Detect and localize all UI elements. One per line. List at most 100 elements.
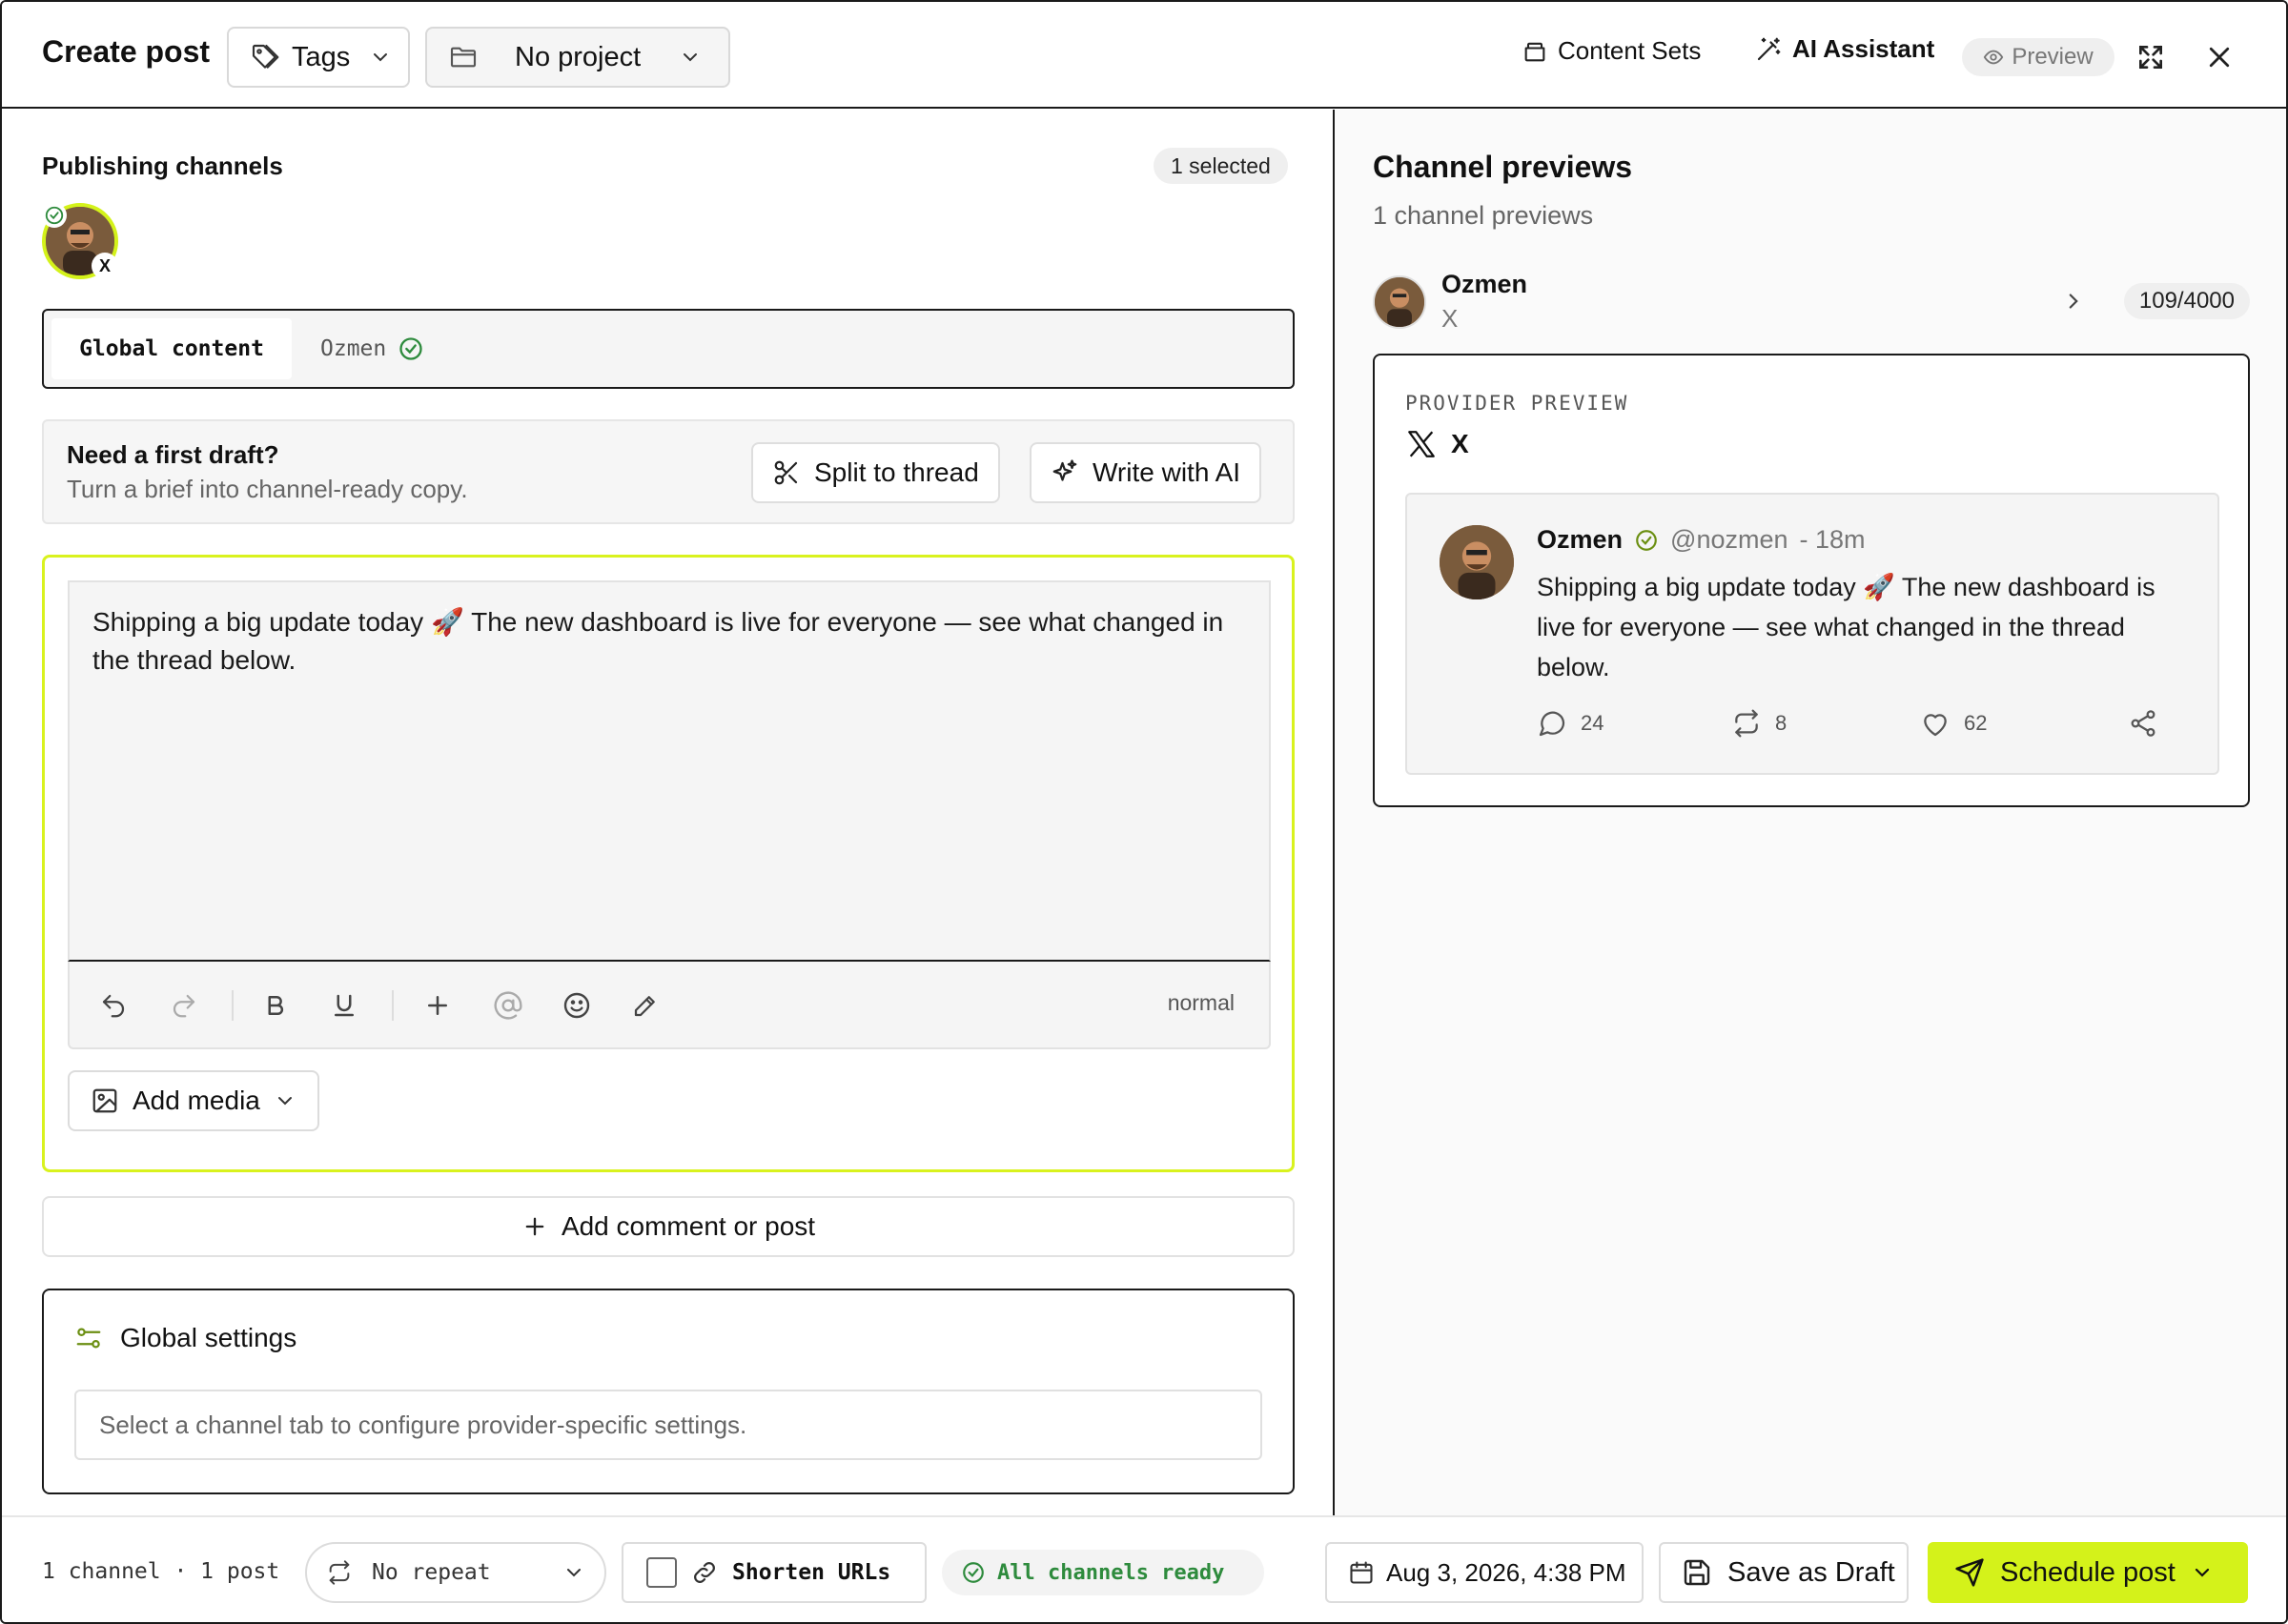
- ai-assistant-button[interactable]: AI Assistant: [1754, 34, 1934, 64]
- eye-icon: [1983, 47, 2004, 68]
- chevron-down-icon: [2191, 1561, 2214, 1584]
- schedule-date-picker[interactable]: Aug 3, 2026, 4:38 PM: [1325, 1542, 1644, 1603]
- smiley-icon: [562, 990, 592, 1021]
- add-media-label: Add media: [133, 1086, 260, 1115]
- share-action: [2128, 708, 2158, 739]
- toolbar-divider: [232, 990, 234, 1021]
- bold-icon: [261, 991, 290, 1020]
- global-settings-header: Global settings: [74, 1323, 296, 1353]
- editor-toolbar: normal: [68, 962, 1271, 1049]
- at-sign-icon: [493, 990, 523, 1021]
- schedule-post-button[interactable]: Schedule post: [1928, 1542, 2248, 1603]
- channel-name: Ozmen: [1441, 270, 1528, 298]
- check-circle-icon: [42, 203, 67, 228]
- tags-label: Tags: [292, 41, 351, 72]
- chevron-down-icon: [679, 46, 702, 69]
- avatar: [1373, 275, 1426, 329]
- tweet-handle: @nozmen: [1670, 525, 1788, 554]
- undo-button[interactable]: [94, 986, 133, 1025]
- check-circle-icon: [398, 335, 424, 362]
- create-post-modal: Create post Tags No project Content Sets…: [0, 0, 2288, 1624]
- split-to-thread-button[interactable]: Split to thread: [751, 442, 1000, 503]
- shorten-urls-toggle[interactable]: Shorten URLs: [622, 1542, 927, 1603]
- channel-preview-row[interactable]: Ozmen X 109/4000: [1373, 270, 2250, 333]
- provider-settings-hint: Select a channel tab to configure provid…: [74, 1390, 1262, 1460]
- reply-action: 24: [1537, 708, 1604, 739]
- page-title: Create post: [42, 34, 211, 69]
- tags-dropdown[interactable]: Tags: [227, 27, 410, 88]
- channel-platform: X: [1441, 304, 1459, 333]
- tab-global-content[interactable]: Global content: [51, 318, 292, 379]
- mention-button[interactable]: [489, 986, 527, 1025]
- global-settings-title: Global settings: [120, 1323, 297, 1352]
- provider-preview-label: PROVIDER PREVIEW: [1405, 392, 1629, 415]
- x-logo-icon: [1405, 428, 1438, 460]
- tweet-text: Shipping a big update today 🚀 The new da…: [1537, 573, 2155, 681]
- share-icon: [2128, 708, 2158, 739]
- channels-ready-status: All channels ready: [942, 1550, 1264, 1595]
- write-ai-label: Write with AI: [1093, 457, 1241, 487]
- post-summary: 1 channel · 1 post: [42, 1559, 280, 1584]
- project-dropdown[interactable]: No project: [425, 27, 730, 88]
- project-label: No project: [515, 41, 642, 72]
- composer-panel: Publishing channels 1 selected X Global …: [2, 110, 1333, 1515]
- provider-platform: X: [1405, 428, 1469, 460]
- underline-button[interactable]: [325, 986, 363, 1025]
- channel-previews-title: Channel previews: [1373, 150, 1633, 184]
- verified-icon: [1634, 528, 1659, 553]
- tweet-time: - 18m: [1799, 525, 1866, 554]
- scissors-icon: [772, 458, 801, 487]
- add-media-button[interactable]: Add media: [68, 1070, 319, 1131]
- tag-icon: [250, 42, 280, 72]
- editor-container: Shipping a big update today 🚀 The new da…: [42, 555, 1295, 1172]
- like-action: 62: [1920, 708, 1987, 739]
- heart-icon: [1920, 708, 1951, 739]
- ai-assistant-label: AI Assistant: [1792, 34, 1935, 63]
- plus-icon: [423, 991, 452, 1020]
- insert-button[interactable]: [419, 986, 457, 1025]
- ready-label: All channels ready: [997, 1560, 1225, 1585]
- modal-header: Create post Tags No project Content Sets…: [2, 2, 2286, 109]
- emoji-button[interactable]: [558, 986, 596, 1025]
- image-icon: [91, 1086, 119, 1115]
- write-with-ai-button[interactable]: Write with AI: [1030, 442, 1262, 503]
- content-sets-button[interactable]: Content Sets: [1522, 36, 1701, 66]
- repost-action: 8: [1731, 708, 1787, 739]
- magic-wand-icon: [1754, 35, 1783, 64]
- tweet-author-name: Ozmen: [1537, 525, 1624, 554]
- publishing-channels-label: Publishing channels: [42, 152, 283, 180]
- draft-title: Need a first draft?: [67, 440, 279, 469]
- chevron-right-icon: [2061, 289, 2086, 314]
- close-button[interactable]: [2200, 38, 2238, 76]
- plus-icon: [521, 1213, 548, 1240]
- pencil-icon: [631, 991, 660, 1020]
- chevron-down-icon: [562, 1561, 585, 1584]
- editor-mode-label[interactable]: normal: [1168, 990, 1235, 1016]
- save-icon: [1682, 1557, 1712, 1588]
- save-draft-button[interactable]: Save as Draft: [1659, 1542, 1909, 1603]
- comment-icon: [1537, 708, 1567, 739]
- repeat-select[interactable]: No repeat: [305, 1542, 606, 1603]
- tab-ozmen[interactable]: Ozmen: [320, 318, 424, 379]
- preview-toggle[interactable]: Preview: [1962, 38, 2114, 76]
- editor-text: Shipping a big update today 🚀 The new da…: [92, 607, 1224, 675]
- content-sets-label: Content Sets: [1558, 36, 1702, 65]
- sparkles-icon: [1051, 458, 1079, 487]
- tweet-header: Ozmen @nozmen - 18m: [1537, 525, 1866, 555]
- channel-avatar-ozmen[interactable]: X: [42, 203, 118, 279]
- bold-button[interactable]: [256, 986, 295, 1025]
- signature-button[interactable]: [626, 986, 664, 1025]
- check-circle-icon: [961, 1560, 986, 1585]
- repeat-icon: [326, 1559, 353, 1586]
- redo-button[interactable]: [165, 986, 203, 1025]
- post-text-editor[interactable]: Shipping a big update today 🚀 The new da…: [68, 580, 1271, 962]
- selected-count-badge: 1 selected: [1154, 148, 1288, 184]
- like-count: 62: [1964, 711, 1988, 735]
- undo-icon: [99, 991, 128, 1020]
- tweet-preview: Ozmen @nozmen - 18m Shipping a big updat…: [1405, 493, 2219, 775]
- add-comment-button[interactable]: Add comment or post: [42, 1196, 1295, 1257]
- shorten-urls-checkbox[interactable]: [646, 1557, 677, 1588]
- repeat-label: No repeat: [372, 1560, 491, 1585]
- chevron-down-icon: [369, 46, 392, 69]
- expand-button[interactable]: [2132, 38, 2170, 76]
